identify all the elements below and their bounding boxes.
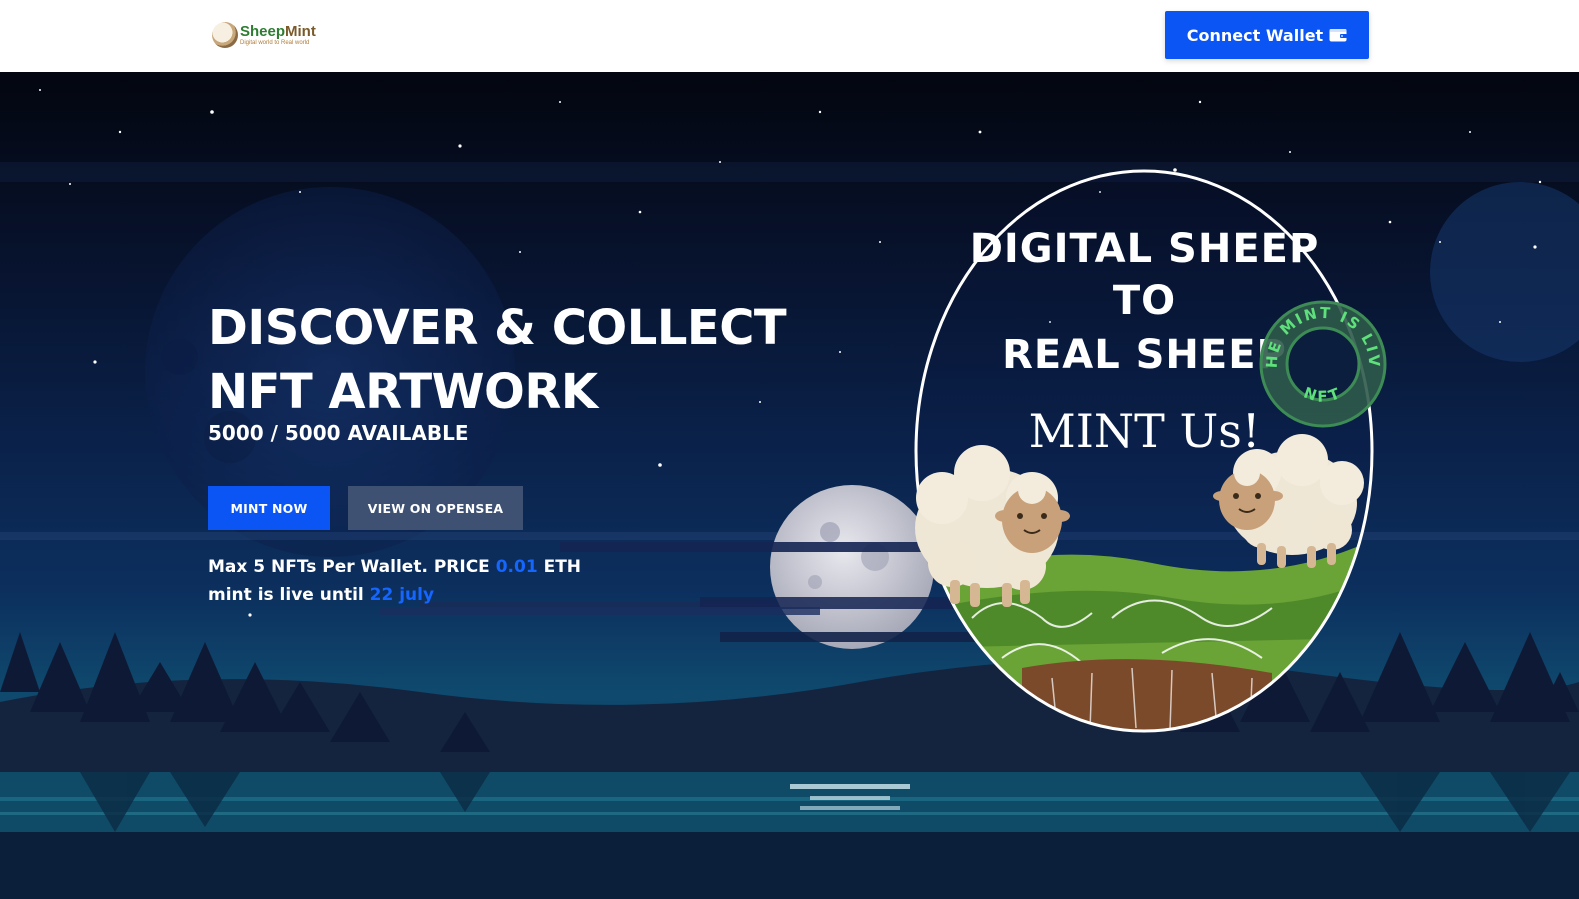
connect-wallet-button[interactable]: Connect Wallet bbox=[1165, 11, 1369, 59]
connect-wallet-label: Connect Wallet bbox=[1186, 25, 1324, 45]
mint-live-badge: THE MINT IS LIVE NFT bbox=[1257, 298, 1387, 428]
logo-name: SheepMint bbox=[240, 24, 316, 39]
logo-name-sheep: Sheep bbox=[240, 23, 286, 40]
nft-artwork: DIGITAL SHEEP TO REAL SHEEP MINT Us! bbox=[912, 168, 1377, 734]
wallet-icon bbox=[1329, 29, 1348, 42]
supply-counter: 5000 / 5000 AVAILABLE bbox=[208, 421, 469, 445]
site-header: SheepMint Digital world to Real world Co… bbox=[0, 0, 1579, 72]
deadline-date: 22 july bbox=[369, 585, 435, 605]
mint-now-button[interactable]: MINT NOW bbox=[208, 486, 330, 530]
view-on-opensea-button[interactable]: VIEW ON OPENSEA bbox=[348, 486, 523, 530]
price-value: 0.01 bbox=[495, 557, 538, 577]
artwork-title-line1: DIGITAL SHEEP bbox=[969, 226, 1320, 272]
hero-headline: DISCOVER & COLLECT NFT ARTWORK bbox=[208, 300, 787, 420]
footer-band bbox=[0, 832, 1579, 899]
sheep-logo-icon bbox=[212, 22, 238, 48]
logo-text: SheepMint Digital world to Real world bbox=[240, 24, 316, 46]
logo-tagline: Digital world to Real world bbox=[240, 40, 310, 46]
mint-deadline-text: mint is live until 22 july bbox=[208, 585, 434, 605]
deadline-prefix: mint is live until bbox=[208, 585, 370, 605]
wallet-limit-price-text: Max 5 NFTs Per Wallet. PRICE 0.01 ETH bbox=[208, 557, 581, 577]
currency-text: ETH bbox=[537, 557, 582, 577]
logo[interactable]: SheepMint Digital world to Real world bbox=[212, 18, 324, 52]
logo-name-mint: Mint bbox=[285, 23, 316, 40]
limit-text: Max 5 NFTs Per Wallet. PRICE bbox=[208, 557, 496, 577]
